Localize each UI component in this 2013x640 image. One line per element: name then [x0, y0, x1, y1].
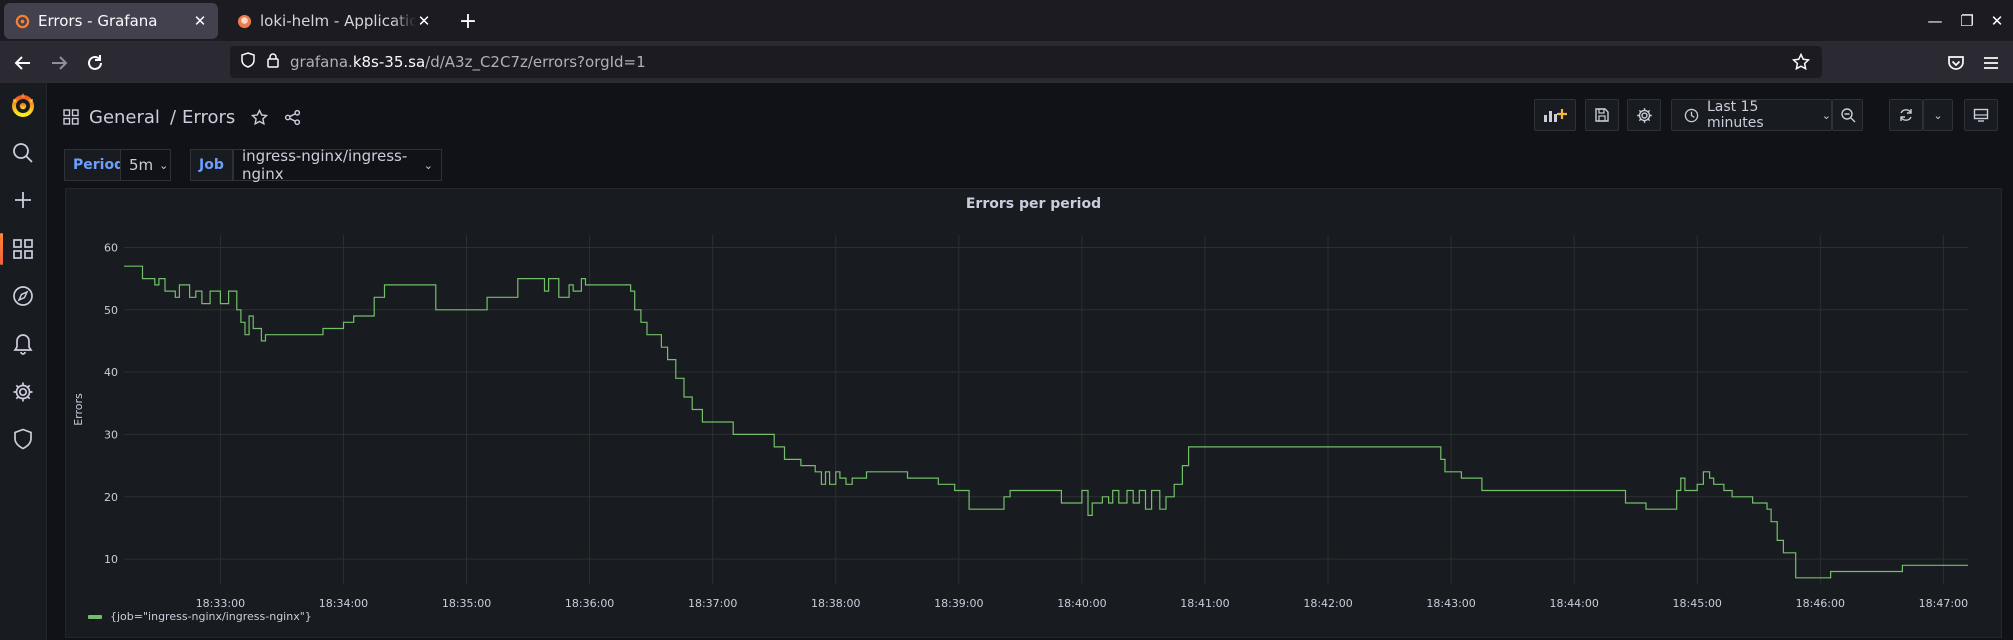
back-arrow-icon[interactable]	[8, 48, 38, 78]
errors-time-series-chart[interactable]: 10 20 30 40 50 60 18:33:00 18:34:00 18:35:00 18:3…	[66, 189, 2001, 637]
x-tick-label: 18:45:00	[1673, 597, 1722, 610]
variable-select-job[interactable]: ingress-nginx/ingress-nginx ⌄	[233, 147, 442, 183]
tv-mode-button[interactable]	[1964, 99, 1998, 131]
chevron-down-icon: ⌄	[1933, 108, 1943, 122]
variable-value: 5m	[129, 156, 154, 174]
tab-errors-grafana[interactable]: Errors - Grafana ✕	[4, 3, 218, 39]
x-tick-label: 18:37:00	[688, 597, 737, 610]
page-title[interactable]: Errors	[182, 107, 235, 128]
time-range-label: Last 15 minutes	[1707, 99, 1764, 131]
browser-nav-bar: grafana. k8s-35.sa/d/A3z_C2C7z/errors?org…	[0, 41, 2013, 83]
y-tick-label: 10	[104, 553, 118, 566]
refresh-interval-dropdown[interactable]: ⌄	[1923, 99, 1953, 131]
star-icon[interactable]	[251, 108, 269, 126]
tab-close-icon[interactable]: ✕	[192, 12, 208, 30]
save-dashboard-button[interactable]	[1585, 99, 1619, 131]
zoom-out-button[interactable]	[1832, 99, 1863, 131]
chevron-down-icon: ⌄	[159, 158, 169, 172]
argo-favicon-icon	[236, 13, 252, 29]
y-tick-label: 20	[104, 491, 118, 504]
plus-icon[interactable]	[0, 178, 46, 222]
forward-arrow-icon[interactable]	[44, 48, 74, 78]
dashboard-settings-button[interactable]	[1627, 99, 1661, 131]
restore-icon[interactable]: ❐	[1954, 8, 1980, 34]
x-tick-label: 18:47:00	[1919, 597, 1968, 610]
minimize-icon[interactable]: —	[1922, 8, 1948, 34]
grafana-sidebar	[0, 83, 47, 640]
add-panel-button[interactable]	[1534, 99, 1576, 131]
pocket-icon[interactable]	[1941, 48, 1971, 78]
dashboards-icon[interactable]	[0, 227, 46, 271]
x-tick-label: 18:43:00	[1426, 597, 1475, 610]
reload-icon[interactable]	[80, 48, 110, 78]
breadcrumb: General / Errors	[63, 99, 301, 135]
series-line	[124, 265, 1968, 579]
x-tick-label: 18:35:00	[442, 597, 491, 610]
x-tick-label: 18:44:00	[1549, 597, 1598, 610]
refresh-button[interactable]	[1889, 99, 1923, 131]
dashboard-grid-icon	[63, 109, 79, 125]
server-admin-shield-icon[interactable]	[0, 417, 46, 461]
bookmark-star-icon[interactable]	[1791, 52, 1811, 75]
configuration-gear-icon[interactable]	[0, 370, 46, 414]
errors-panel[interactable]: Errors per period 10 20 30 40 50 60 18:33:00 18…	[65, 188, 2002, 638]
legend-swatch	[88, 615, 102, 619]
alerting-bell-icon[interactable]	[0, 322, 46, 366]
x-tick-label: 18:39:00	[934, 597, 983, 610]
url-prefix: grafana.	[290, 53, 353, 71]
clock-icon	[1684, 108, 1699, 123]
x-tick-label: 18:33:00	[196, 597, 245, 610]
window-close-icon[interactable]: ✕	[1984, 8, 2010, 34]
x-tick-label: 18:42:00	[1303, 597, 1352, 610]
new-tab-plus-icon[interactable]: +	[455, 8, 481, 34]
tab-title: Errors - Grafana	[38, 12, 158, 30]
tab-close-icon[interactable]: ✕	[416, 12, 432, 30]
variable-label-job: Job	[190, 149, 233, 181]
address-bar[interactable]: grafana. k8s-35.sa/d/A3z_C2C7z/errors?org…	[230, 46, 1822, 78]
tracking-shield-icon[interactable]	[240, 52, 256, 72]
x-tick-label: 18:36:00	[565, 597, 614, 610]
x-tick-label: 18:41:00	[1180, 597, 1229, 610]
grafana-favicon-icon	[14, 13, 30, 29]
share-icon[interactable]	[284, 109, 301, 126]
chevron-down-icon: ⌄	[1821, 108, 1831, 122]
y-tick-label: 50	[104, 304, 118, 317]
x-tick-label: 18:34:00	[319, 597, 368, 610]
x-tick-label: 18:46:00	[1796, 597, 1845, 610]
variable-value: ingress-nginx/ingress-nginx	[242, 147, 408, 183]
grafana-logo-icon[interactable]	[0, 83, 46, 127]
url-host: k8s-35.sa	[352, 53, 426, 71]
x-tick-label: 18:40:00	[1057, 597, 1106, 610]
menu-hamburger-icon[interactable]	[1976, 48, 2006, 78]
dashboard-main: General / Errors Last 15 minutes ⌄ ⌄ Per…	[47, 83, 2013, 640]
x-tick-label: 18:38:00	[811, 597, 860, 610]
explore-compass-icon[interactable]	[0, 274, 46, 318]
variable-select-period[interactable]: ingress-nginx/ingress-nginx 5m ⌄	[120, 149, 171, 181]
time-range-picker[interactable]: Last 15 minutes ⌄	[1671, 99, 1832, 131]
breadcrumb-separator: /	[169, 106, 177, 128]
y-axis-label: Errors	[72, 393, 85, 426]
chevron-down-icon: ⌄	[423, 158, 433, 172]
y-tick-label: 30	[104, 428, 118, 441]
lock-icon[interactable]	[266, 52, 280, 72]
y-tick-label: 60	[104, 241, 118, 254]
search-icon[interactable]	[0, 131, 46, 175]
url-path: /d/A3z_C2C7z/errors?orgId=1	[425, 53, 646, 71]
tab-loki-helm[interactable]: loki-helm - Application Details ✕	[226, 3, 442, 39]
legend-item[interactable]: {job="ingress-nginx/ingress-nginx"}	[110, 610, 312, 623]
breadcrumb-folder[interactable]: General	[89, 107, 160, 128]
y-tick-label: 40	[104, 366, 118, 379]
tab-title: loki-helm - Application Details	[260, 12, 416, 30]
browser-tab-bar: Errors - Grafana ✕ loki-helm - Applicati…	[0, 0, 2013, 41]
